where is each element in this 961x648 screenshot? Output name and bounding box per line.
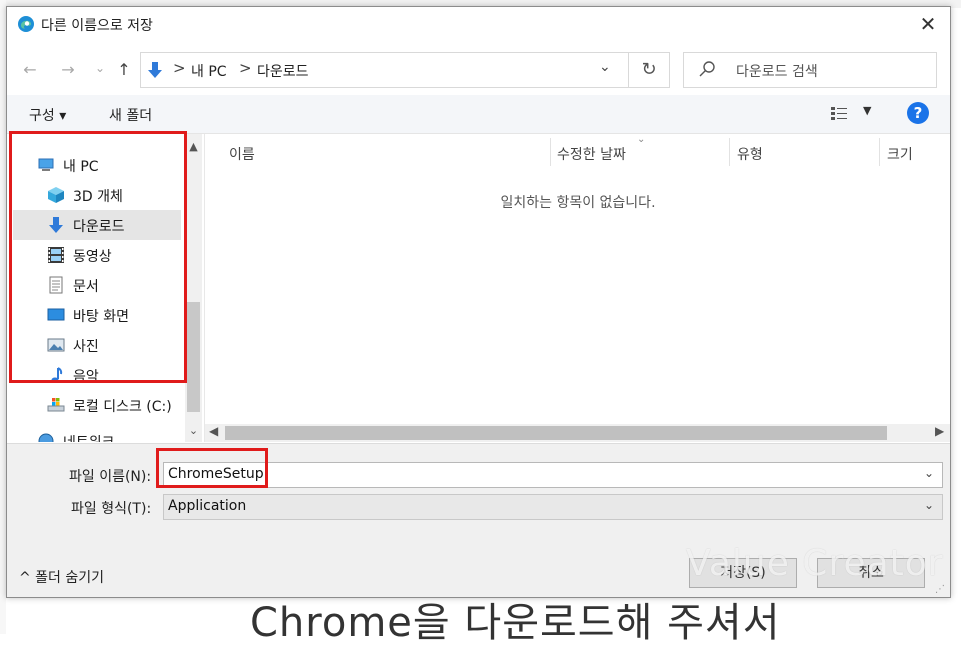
up-arrow-icon[interactable]: ↑ — [113, 57, 135, 83]
chevron-down-icon[interactable]: ⌄ — [924, 466, 934, 480]
breadcrumb-downloads[interactable]: 다운로드 — [257, 61, 309, 81]
breadcrumb-separator: > — [173, 59, 186, 77]
recent-locations-icon[interactable]: ⌄ — [89, 55, 111, 81]
scroll-up-icon[interactable]: ▲ — [185, 140, 202, 153]
background-page-caption: Chrome을 다운로드해 주셔서 — [250, 600, 781, 646]
filetype-label: 파일 형식(T): — [71, 501, 152, 517]
sort-indicator-icon: ⌄ — [637, 134, 646, 145]
scroll-right-icon[interactable]: ▶ — [935, 424, 944, 438]
column-header-name[interactable]: 이름 — [229, 144, 255, 164]
network-icon — [38, 433, 54, 442]
navigation-bar: ← → ⌄ ↑ > 내 PC > 다운로드 ⌄ ↻ 다운로드 검색 — [7, 47, 950, 88]
command-toolbar: 구성 ▾ 새 폴더 ▼ ? — [7, 95, 950, 134]
dialog-title: 다른 이름으로 저장 — [41, 18, 153, 34]
filetype-select[interactable]: Application ⌄ — [163, 494, 943, 520]
sidebar-item-label: 네트워크 — [63, 432, 115, 442]
file-list-pane: 이름 ⌄ 수정한 날짜 유형 크기 일치하는 항목이 없습니다. ◀ ▶ — [204, 134, 950, 442]
empty-folder-message: 일치하는 항목이 없습니다. — [500, 195, 656, 211]
column-header-size[interactable]: 크기 — [887, 144, 913, 164]
view-dropdown-icon[interactable]: ▼ — [863, 104, 871, 117]
column-divider[interactable] — [879, 138, 880, 166]
sidebar-item-network[interactable]: 네트워크 — [13, 426, 181, 442]
forward-arrow-icon[interactable]: → — [57, 57, 79, 83]
title-bar: 다른 이름으로 저장 ✕ — [7, 7, 950, 41]
sidebar-item-label: 로컬 디스크 (C:) — [73, 399, 172, 415]
download-arrow-icon — [148, 62, 162, 78]
breadcrumb-separator: > — [239, 59, 252, 77]
search-icon — [699, 61, 715, 77]
column-divider[interactable] — [550, 138, 551, 166]
address-bar[interactable]: > 내 PC > 다운로드 ⌄ — [140, 52, 629, 88]
highlight-box-filename — [156, 448, 268, 488]
filetype-value: Application — [168, 498, 247, 514]
column-divider[interactable] — [729, 138, 730, 166]
scrollbar-thumb[interactable] — [225, 426, 887, 440]
breadcrumb-this-pc[interactable]: 내 PC — [191, 61, 227, 81]
column-header-type[interactable]: 유형 — [737, 144, 763, 164]
help-icon[interactable]: ? — [907, 102, 929, 124]
new-folder-button[interactable]: 새 폴더 — [109, 105, 152, 125]
chevron-down-icon[interactable]: ⌄ — [924, 498, 934, 512]
file-list-horizontal-scrollbar[interactable]: ◀ ▶ — [205, 424, 950, 442]
column-header-date-modified[interactable]: 수정한 날짜 — [557, 144, 626, 164]
scrollbar-thumb[interactable] — [187, 302, 200, 412]
scroll-left-icon[interactable]: ◀ — [209, 424, 218, 438]
organize-button[interactable]: 구성 ▾ — [29, 105, 66, 125]
hide-folders-button[interactable]: ^ 폴더 숨기기 — [19, 567, 104, 587]
highlight-box-sidebar — [9, 131, 187, 383]
search-placeholder: 다운로드 검색 — [736, 64, 818, 80]
back-arrow-icon[interactable]: ← — [19, 57, 41, 83]
scroll-down-icon[interactable]: ⌄ — [185, 424, 202, 437]
view-options-icon[interactable] — [830, 105, 848, 121]
edge-browser-icon — [18, 16, 34, 32]
drive-icon — [47, 398, 65, 412]
chevron-down-icon[interactable]: ⌄ — [599, 59, 611, 75]
search-box[interactable]: 다운로드 검색 — [683, 52, 937, 88]
watermark-text: Value Creator — [686, 543, 944, 584]
resize-grip-icon[interactable]: ⋰ — [935, 584, 945, 595]
filename-label: 파일 이름(N): — [69, 469, 152, 485]
close-icon[interactable]: ✕ — [913, 11, 943, 37]
sidebar-item-local-disk[interactable]: 로컬 디스크 (C:) — [13, 390, 181, 420]
refresh-icon[interactable]: ↻ — [628, 52, 670, 88]
filename-field[interactable]: ChromeSetup ⌄ — [163, 462, 943, 488]
